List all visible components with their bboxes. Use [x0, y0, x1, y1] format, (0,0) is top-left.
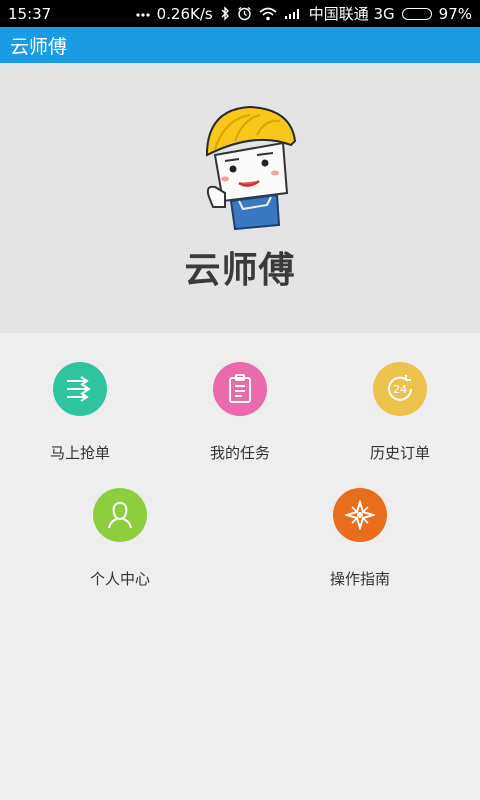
app-title: 云师傅 [10, 35, 68, 58]
menu-operation-guide[interactable]: 操作指南 [280, 488, 440, 589]
logo-text: 云师傅 [184, 250, 296, 291]
status-bar: 15:37 0.26K/s 中国联通 3G 97% [0, 0, 480, 27]
battery-percent: 97% [438, 4, 472, 23]
svg-text:24: 24 [393, 383, 407, 396]
status-time: 15:37 [8, 4, 52, 23]
menu-label: 我的任务 [209, 444, 270, 462]
mascot-logo-icon [195, 101, 305, 235]
bluetooth-icon [220, 6, 230, 21]
signal-icon [284, 7, 302, 20]
banner: 云师傅 [0, 63, 480, 333]
compass-icon [333, 488, 387, 542]
menu-personal-center[interactable]: 个人中心 [40, 488, 200, 589]
app-bar: 云师傅 [0, 27, 480, 63]
battery-icon [401, 7, 432, 20]
menu-my-tasks[interactable]: 我的任务 [160, 362, 320, 463]
menu-label: 个人中心 [89, 570, 150, 588]
carrier-label: 中国联通 3G [308, 5, 395, 23]
menu-label: 操作指南 [329, 570, 390, 588]
alarm-icon [237, 6, 252, 21]
wifi-icon [259, 7, 277, 21]
user-icon [93, 488, 147, 542]
menu-label: 马上抢单 [49, 444, 110, 462]
menu-grab-order[interactable]: 马上抢单 [0, 362, 160, 463]
history-24-icon: 24 [373, 362, 427, 416]
menu-label: 历史订单 [369, 444, 430, 462]
task-list-icon [213, 362, 267, 416]
more-dots-icon [136, 11, 150, 17]
menu-history-orders[interactable]: 24 历史订单 [320, 362, 480, 463]
status-indicators: 0.26K/s 中国联通 3G 97% [136, 3, 472, 24]
network-speed: 0.26K/s [156, 4, 213, 23]
grab-order-icon [53, 362, 107, 416]
